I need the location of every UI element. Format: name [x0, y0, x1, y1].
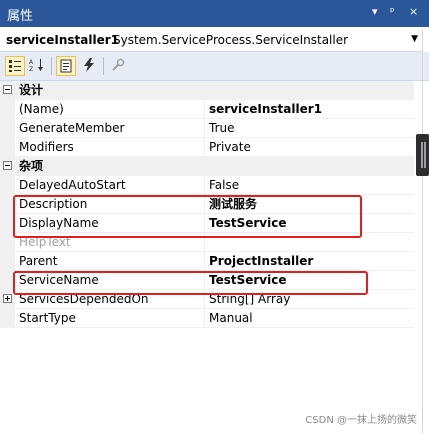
lightning-icon: [84, 58, 94, 72]
object-selector[interactable]: serviceInstaller1 System.ServiceProcess.…: [0, 29, 422, 52]
property-row-parent[interactable]: Parent ProjectInstaller: [0, 252, 414, 271]
property-value[interactable]: Manual: [209, 309, 253, 328]
property-row-generatemember[interactable]: GenerateMember True: [0, 119, 414, 138]
alphabetical-button[interactable]: A Z: [27, 56, 47, 76]
property-name: (Name): [19, 102, 64, 116]
highlight-box-description-displayname: [13, 195, 362, 238]
wrench-icon: [112, 58, 125, 71]
svg-text:Z: Z: [29, 66, 33, 72]
properties-title-bar: 属性 ▾ ᵖ ×: [0, 0, 429, 27]
category-label: 设计: [19, 83, 44, 97]
categorized-button[interactable]: [5, 56, 25, 76]
panel-edge: [422, 29, 423, 434]
property-name: GenerateMember: [19, 121, 125, 135]
property-pages-button[interactable]: [108, 56, 128, 76]
property-row-starttype[interactable]: StartType Manual: [0, 309, 414, 328]
properties-toolbar: A Z: [0, 52, 429, 81]
properties-button[interactable]: [56, 56, 76, 76]
watermark: CSDN @一抹上扬的微笑: [305, 415, 417, 426]
object-type: System.ServiceProcess.ServiceInstaller: [113, 33, 349, 47]
property-name: Parent: [19, 254, 58, 268]
expand-icon[interactable]: [3, 294, 12, 303]
svg-text:A: A: [29, 59, 34, 66]
property-name: DelayedAutoStart: [19, 178, 126, 192]
property-value[interactable]: False: [209, 176, 239, 195]
category-misc[interactable]: 杂项: [0, 157, 414, 176]
property-value[interactable]: serviceInstaller1: [209, 100, 322, 119]
categorized-icon: [9, 60, 21, 72]
chevron-down-icon[interactable]: ▼: [411, 34, 418, 44]
property-row-name[interactable]: (Name) serviceInstaller1: [0, 100, 414, 119]
property-value[interactable]: Private: [209, 138, 251, 157]
toolbar-separator: [51, 57, 52, 75]
splitter-handle[interactable]: [416, 134, 429, 176]
property-value[interactable]: ProjectInstaller: [209, 252, 313, 271]
category-label: 杂项: [19, 159, 44, 173]
property-row-modifiers[interactable]: Modifiers Private: [0, 138, 414, 157]
pin-icon[interactable]: ᵖ: [390, 5, 395, 18]
property-row-delayedautostart[interactable]: DelayedAutoStart False: [0, 176, 414, 195]
alphabetical-icon: A Z: [29, 59, 43, 73]
property-value[interactable]: True: [209, 119, 235, 138]
events-button[interactable]: [79, 56, 99, 76]
collapse-icon[interactable]: [3, 161, 12, 170]
collapse-icon[interactable]: [3, 85, 12, 94]
toolbar-separator: [103, 57, 104, 75]
category-design[interactable]: 设计: [0, 81, 414, 100]
object-name: serviceInstaller1: [6, 33, 120, 47]
dropdown-menu-icon[interactable]: ▾: [372, 5, 378, 18]
highlight-box-servicename: [13, 271, 368, 295]
window-title: 属性: [7, 9, 34, 24]
properties-icon: [60, 59, 72, 73]
property-name: Modifiers: [19, 140, 74, 154]
property-name: StartType: [19, 311, 76, 325]
close-icon[interactable]: ×: [409, 5, 418, 18]
